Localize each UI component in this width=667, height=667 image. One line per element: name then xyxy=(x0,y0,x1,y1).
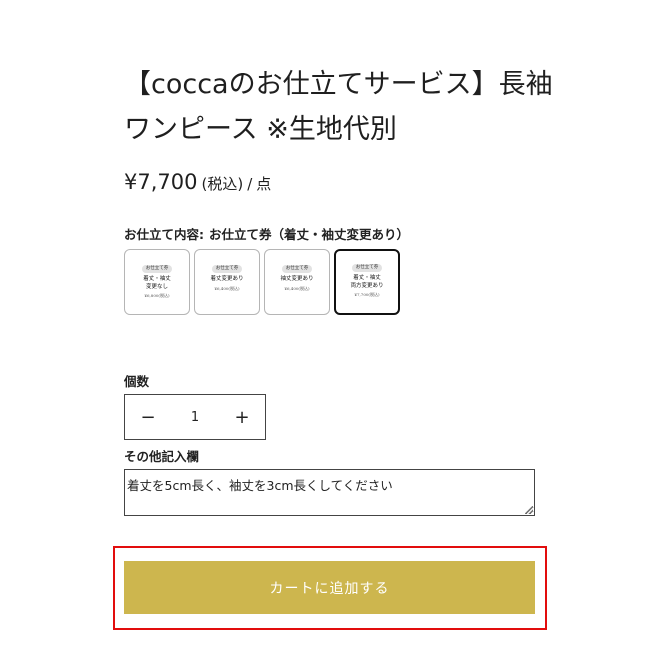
add-to-cart-button[interactable]: カートに追加する xyxy=(124,561,535,614)
option-label-text: お仕立て内容: xyxy=(124,227,204,242)
swatch-name: 着丈・袖丈 変更なし xyxy=(143,276,171,290)
price-unit: 点 xyxy=(256,175,272,193)
notes-field[interactable]: 着丈を5cm長く、袖丈を3cm長くしてください xyxy=(124,469,535,516)
option-swatch-both-change[interactable]: お仕立て券 着丈・袖丈 両方変更あり ¥7,700(税込) xyxy=(334,249,400,315)
swatch-price: ¥6,400(税込) xyxy=(284,285,310,291)
swatch-name: 着丈・袖丈 両方変更あり xyxy=(350,275,384,289)
swatch-badge: お仕立て券 xyxy=(351,264,383,272)
product-title: 【coccaのお仕立てサービス】長袖ワンピース ※生地代別 xyxy=(124,69,553,145)
swatch-name: 袖丈変更あり xyxy=(280,276,314,282)
option-swatches: お仕立て券 着丈・袖丈 変更なし ¥6,800(税込) お仕立て券 着丈変更あり… xyxy=(124,249,400,315)
notes-label: その他記入欄 xyxy=(124,449,200,464)
product-price: ¥7,700 xyxy=(124,170,198,194)
quantity-label: 個数 xyxy=(124,374,150,389)
option-swatch-length-change[interactable]: お仕立て券 着丈変更あり ¥6,400(税込) xyxy=(194,249,260,315)
option-label: お仕立て内容: お仕立て券（着丈・袖丈変更あり） xyxy=(124,224,409,243)
swatch-badge: お仕立て券 xyxy=(141,265,173,273)
option-swatch-no-change[interactable]: お仕立て券 着丈・袖丈 変更なし ¥6,800(税込) xyxy=(124,249,190,315)
decrease-quantity-button[interactable]: − xyxy=(125,395,171,439)
increase-quantity-button[interactable]: + xyxy=(219,395,265,439)
swatch-price: ¥6,800(税込) xyxy=(144,293,170,298)
quantity-value[interactable]: 1 xyxy=(171,410,219,425)
option-selected-value: お仕立て券（着丈・袖丈変更あり） xyxy=(209,227,410,242)
swatch-price: ¥6,400(税込) xyxy=(214,285,240,291)
resize-grip-icon[interactable] xyxy=(525,506,533,514)
swatch-name: 着丈変更あり xyxy=(210,276,244,282)
quantity-stepper: − 1 + xyxy=(124,394,266,440)
price-separator: / xyxy=(247,175,253,193)
swatch-badge: お仕立て券 xyxy=(281,265,313,273)
price-row: ¥7,700 (税込) / 点 xyxy=(124,170,271,194)
tax-note: (税込) xyxy=(201,175,244,193)
swatch-price: ¥7,700(税込) xyxy=(354,292,380,297)
swatch-badge: お仕立て券 xyxy=(211,265,243,273)
option-swatch-sleeve-change[interactable]: お仕立て券 袖丈変更あり ¥6,400(税込) xyxy=(264,249,330,315)
